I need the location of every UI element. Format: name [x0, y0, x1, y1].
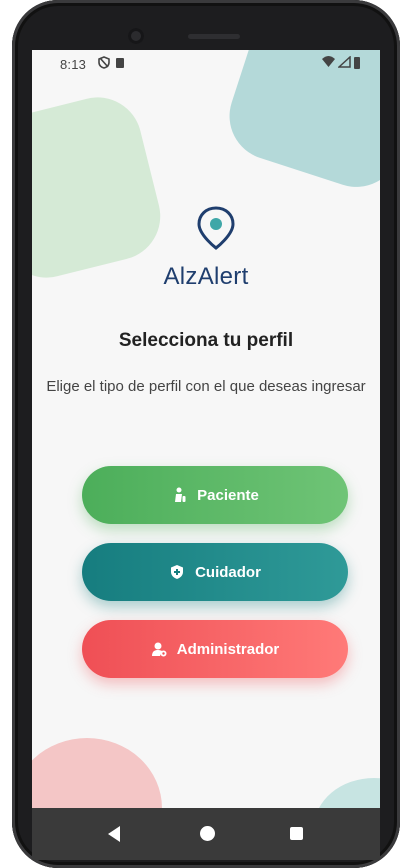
- administrador-button[interactable]: Administrador: [82, 620, 348, 678]
- phone-frame: 8:13 AlzAlert Selecciona tu perfil Elige…: [12, 0, 400, 868]
- back-icon[interactable]: [108, 826, 120, 842]
- wifi-icon: [322, 56, 335, 67]
- shield-plus-icon: [171, 565, 184, 579]
- app-name: AlzAlert: [163, 263, 249, 290]
- speaker-grille: [188, 34, 240, 39]
- cuidador-label: Cuidador: [195, 563, 261, 581]
- paciente-button[interactable]: Paciente: [82, 466, 348, 524]
- battery-icon: [354, 57, 360, 69]
- status-time: 8:13: [60, 57, 87, 72]
- home-icon[interactable]: [200, 826, 215, 841]
- cuidador-button[interactable]: Cuidador: [82, 543, 348, 601]
- decor-blob-bottom-left: [32, 738, 162, 808]
- recents-icon[interactable]: [290, 827, 303, 840]
- page-subtitle: Elige el tipo de perfil con el que desea…: [46, 378, 366, 395]
- page-title: Selecciona tu perfil: [118, 330, 294, 351]
- decor-blob-top-left: [32, 88, 170, 287]
- location-pin-icon: [197, 206, 235, 250]
- app-screen: 8:13 AlzAlert Selecciona tu perfil Elige…: [32, 50, 380, 808]
- signal-icon: [338, 56, 351, 68]
- admin-icon: [151, 642, 167, 657]
- administrador-label: Administrador: [176, 640, 280, 658]
- status-bar: 8:13: [32, 50, 380, 78]
- system-nav-bar: [32, 808, 380, 860]
- camera-icon: [128, 28, 144, 44]
- person-icon: [175, 487, 186, 502]
- paciente-label: Paciente: [197, 486, 259, 504]
- sim-icon: [116, 58, 124, 68]
- shield-icon: [98, 56, 110, 69]
- decor-blob-bottom-right: [314, 778, 380, 808]
